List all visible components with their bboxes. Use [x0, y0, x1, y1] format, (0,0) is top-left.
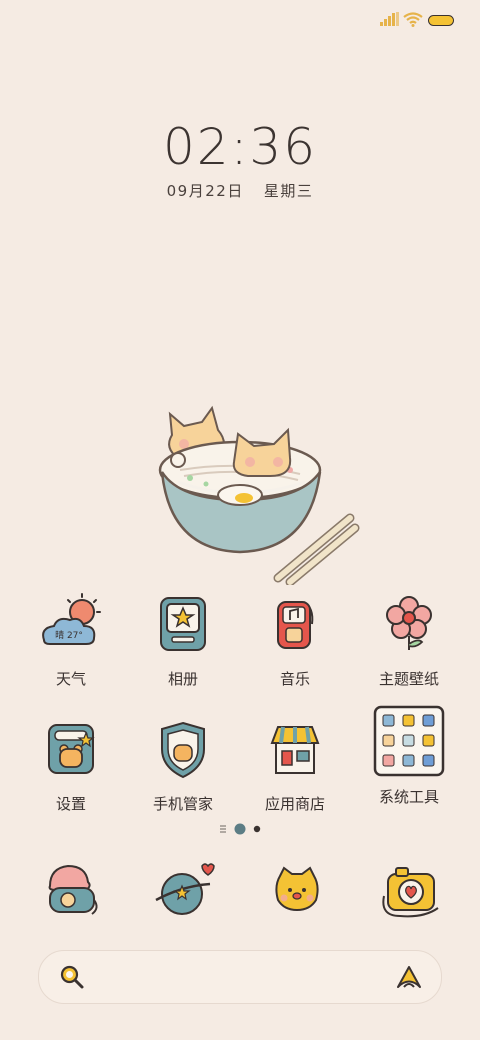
app-security[interactable]: 手机管家	[128, 715, 238, 814]
signal-icon	[380, 12, 399, 26]
folder-icon	[373, 705, 445, 777]
search-bar[interactable]	[38, 950, 442, 1004]
app-store[interactable]: 应用商店	[240, 715, 350, 814]
wallpaper-illustration	[158, 405, 360, 585]
page-dot-active	[234, 823, 246, 835]
settings-icon	[48, 724, 95, 774]
menu-lines-icon	[220, 825, 226, 833]
dock-phone-icon[interactable]	[36, 856, 106, 926]
app-music[interactable]: 音乐	[240, 590, 350, 689]
app-weather[interactable]: 晴 27° 天气	[16, 590, 126, 689]
app-gallery[interactable]: 相册	[128, 590, 238, 689]
dock-messages-icon[interactable]	[262, 856, 332, 926]
weather-icon-text: 晴 27°	[55, 629, 83, 641]
search-icon[interactable]	[59, 964, 85, 990]
status-bar	[0, 0, 480, 40]
dock-browser-icon[interactable]	[150, 856, 220, 926]
assistant-icon[interactable]	[395, 964, 423, 990]
shield-icon	[161, 721, 205, 779]
app-themes[interactable]: 主题壁纸	[354, 590, 464, 689]
music-icon	[277, 601, 314, 649]
clock-date: 09月22日	[166, 182, 244, 200]
app-label: 音乐	[279, 670, 310, 688]
app-label: 主题壁纸	[378, 670, 439, 688]
clock-weekday: 星期三	[263, 182, 314, 200]
page-dot	[253, 825, 261, 833]
app-label: 手机管家	[152, 795, 213, 813]
app-system-tools-folder[interactable]: 系统工具	[354, 705, 464, 807]
app-label: 相册	[167, 670, 198, 688]
store-icon	[270, 726, 320, 774]
clock-time[interactable]: 02:36	[0, 118, 480, 176]
app-settings[interactable]: 设置	[16, 715, 126, 814]
app-label: 系统工具	[378, 788, 439, 806]
weather-icon: 晴 27°	[42, 593, 101, 645]
app-label: 天气	[55, 670, 86, 688]
battery-icon	[428, 15, 454, 26]
app-label: 设置	[55, 795, 86, 813]
page-indicator[interactable]	[219, 822, 269, 836]
gallery-icon	[160, 597, 206, 651]
flower-icon	[386, 596, 432, 650]
app-label: 应用商店	[264, 795, 325, 813]
wifi-icon	[403, 12, 423, 27]
clock-date-row: 09月22日 星期三	[0, 180, 480, 201]
dock-camera-icon[interactable]	[376, 856, 446, 926]
